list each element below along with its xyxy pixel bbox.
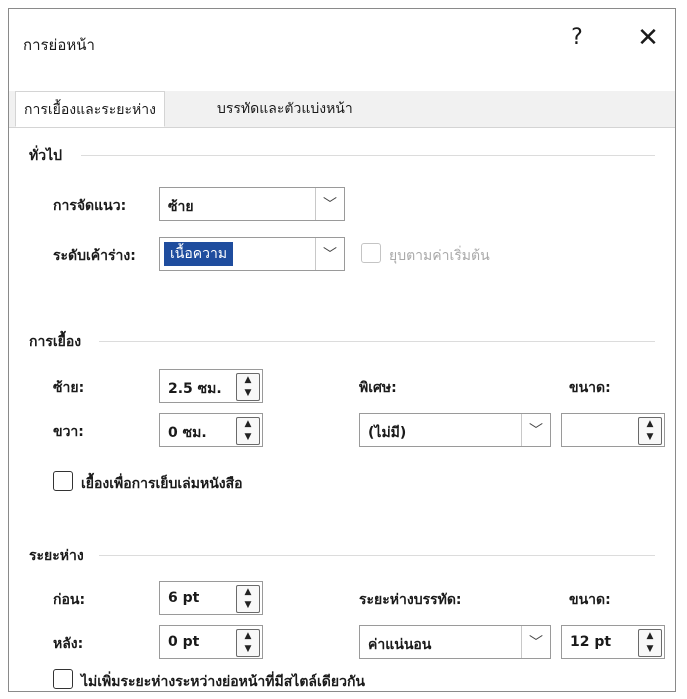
spin-arrows-icon[interactable]: ▲ ▼ <box>638 417 662 445</box>
spacing-before-label: ก่อน: <box>53 592 86 608</box>
spacing-after-spinner[interactable]: 0 pt ▲ ▼ <box>159 625 263 659</box>
spin-up-icon[interactable]: ▲ <box>647 632 654 641</box>
spacing-before-spinner[interactable]: 6 pt ▲ ▼ <box>159 581 263 615</box>
spin-arrows-icon[interactable]: ▲ ▼ <box>236 585 260 613</box>
help-button[interactable]: ? <box>565 25 589 50</box>
chevron-down-icon[interactable]: ﹀ <box>315 238 344 270</box>
spin-arrows-icon[interactable]: ▲ ▼ <box>236 417 260 445</box>
outline-level-select[interactable]: เนื้อความ ﹀ <box>159 237 345 271</box>
title-bar: การย่อหน้า ? ✕ <box>9 9 675 71</box>
section-indentation-title: การเยื้อง <box>29 334 82 350</box>
spin-down-icon[interactable]: ▼ <box>647 645 654 654</box>
tab-line-and-page-breaks[interactable]: บรรทัดและตัวแบ่งหน้า <box>209 91 361 127</box>
indent-left-spinner[interactable]: 2.5 ซม. ▲ ▼ <box>159 369 263 403</box>
outline-level-label: ระดับเค้าร่าง: <box>53 248 136 264</box>
special-indent-value: (ไม่มี) <box>368 425 407 441</box>
spin-down-icon[interactable]: ▼ <box>245 645 252 654</box>
spin-arrows-icon[interactable]: ▲ ▼ <box>236 373 260 401</box>
dialog-title: การย่อหน้า <box>23 36 95 54</box>
dont-add-space-checkbox[interactable] <box>53 669 73 689</box>
line-spacing-value: ค่าแน่นอน <box>368 637 432 653</box>
line-spacing-select[interactable]: ค่าแน่นอน ﹀ <box>359 625 551 659</box>
alignment-label: การจัดแนว: <box>53 198 127 214</box>
special-indent-select[interactable]: (ไม่มี) ﹀ <box>359 413 551 447</box>
collapsed-by-default-label: ยุบตามค่าเริ่มต้น <box>389 248 490 264</box>
spin-up-icon[interactable]: ▲ <box>647 420 654 429</box>
spacing-before-value: 6 pt <box>168 590 200 606</box>
section-divider <box>99 555 655 556</box>
spin-down-icon[interactable]: ▼ <box>245 389 252 398</box>
section-divider <box>99 341 655 342</box>
collapsed-by-default-checkbox[interactable] <box>361 243 381 263</box>
chevron-down-icon[interactable]: ﹀ <box>315 188 344 220</box>
spin-up-icon[interactable]: ▲ <box>245 420 252 429</box>
alignment-value: ซ้าย <box>168 199 194 215</box>
section-divider <box>81 155 655 156</box>
line-spacing-label: ระยะห่างบรรทัด: <box>359 592 462 608</box>
spacing-after-label: หลัง: <box>53 636 84 652</box>
mirror-indents-checkbox[interactable] <box>53 471 73 491</box>
mirror-indents-label: เยื้องเพื่อการเย็บเล่มหนังสือ <box>81 476 243 492</box>
line-spacing-at-spinner[interactable]: 12 pt ▲ ▼ <box>561 625 665 659</box>
alignment-select[interactable]: ซ้าย ﹀ <box>159 187 345 221</box>
indent-by-label: ขนาด: <box>569 380 611 396</box>
spacing-after-value: 0 pt <box>168 634 200 650</box>
close-button[interactable]: ✕ <box>635 23 661 53</box>
spin-down-icon[interactable]: ▼ <box>647 433 654 442</box>
spin-down-icon[interactable]: ▼ <box>245 433 252 442</box>
section-spacing-title: ระยะห่าง <box>29 548 84 564</box>
indent-right-spinner[interactable]: 0 ซม. ▲ ▼ <box>159 413 263 447</box>
indent-left-value: 2.5 ซม. <box>168 381 222 397</box>
line-spacing-at-label: ขนาด: <box>569 592 611 608</box>
section-general-title: ทั่วไป <box>29 148 63 164</box>
indent-left-label: ซ้าย: <box>53 380 85 396</box>
chevron-down-icon[interactable]: ﹀ <box>521 626 550 658</box>
outline-level-value: เนื้อความ <box>164 242 234 266</box>
paragraph-dialog: การย่อหน้า ? ✕ การเยื้องและระยะห่าง บรรท… <box>8 8 676 692</box>
chevron-down-icon[interactable]: ﹀ <box>521 414 550 446</box>
spin-up-icon[interactable]: ▲ <box>245 588 252 597</box>
indent-by-spinner[interactable]: ▲ ▼ <box>561 413 665 447</box>
spin-up-icon[interactable]: ▲ <box>245 376 252 385</box>
spin-down-icon[interactable]: ▼ <box>245 601 252 610</box>
line-spacing-at-value: 12 pt <box>570 634 612 650</box>
tab-indents-and-spacing[interactable]: การเยื้องและระยะห่าง <box>15 91 165 127</box>
spin-arrows-icon[interactable]: ▲ ▼ <box>638 629 662 657</box>
spin-arrows-icon[interactable]: ▲ ▼ <box>236 629 260 657</box>
indent-right-value: 0 ซม. <box>168 425 207 441</box>
spin-up-icon[interactable]: ▲ <box>245 632 252 641</box>
special-indent-label: พิเศษ: <box>359 380 397 396</box>
indent-right-label: ขวา: <box>53 424 84 440</box>
dont-add-space-label: ไม่เพิ่มระยะห่างระหว่างย่อหน้าที่มีสไตล์… <box>81 674 365 690</box>
